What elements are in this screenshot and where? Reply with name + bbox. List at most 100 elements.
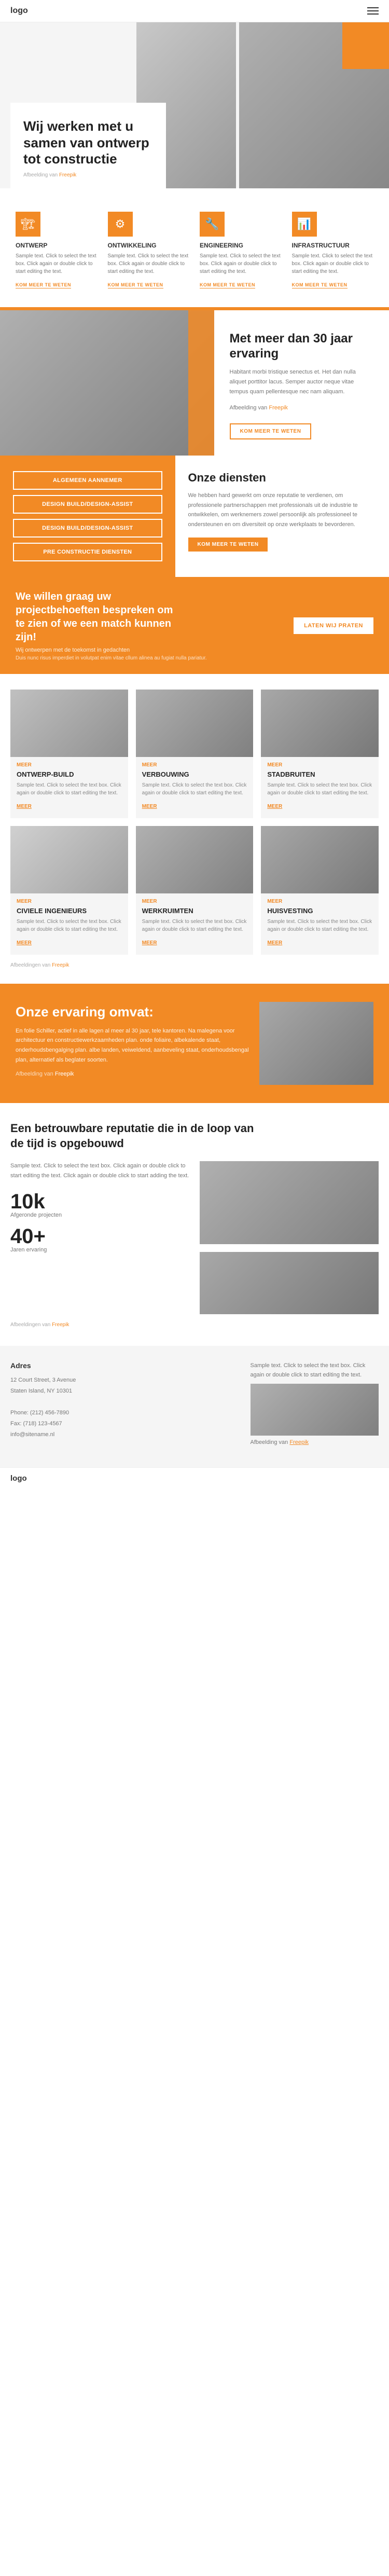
feature-link[interactable]: KOM MEER TE WETEN: [108, 282, 163, 288]
feature-text: Sample text. Click to select the text bo…: [292, 252, 374, 275]
contact-address-line: 12 Court Street, 3 Avenue: [10, 1375, 117, 1386]
experience-button[interactable]: KOM MEER TE WETEN: [230, 423, 312, 439]
contact-address-line: Fax: (718) 123-4567: [10, 1418, 117, 1429]
experience-content: Met meer dan 30 jaar ervaring Habitant m…: [214, 310, 389, 456]
project-link[interactable]: MEER: [142, 940, 157, 946]
reputation-photo-2: [200, 1252, 379, 1314]
orange-credit: Afbeelding van Freepik: [16, 1069, 249, 1079]
services-left-button[interactable]: ALGEMEEN AANNEMER: [13, 471, 162, 490]
navbar: logo: [0, 0, 389, 22]
cta-body: Duis nunc risus imperdiet in volutpat en…: [16, 655, 294, 661]
feature-item: 🏗 ONTWERP Sample text. Click to select t…: [10, 204, 103, 297]
cta-button[interactable]: LATEN WIJ PRATEN: [294, 617, 373, 634]
project-tag: MEER: [17, 762, 122, 768]
project-card: MEER CIVIELE INGENIEURS Sample text. Cli…: [10, 826, 128, 955]
reputation-stat: 40+ Jaren ervaring: [10, 1226, 189, 1253]
project-card-image: [261, 826, 379, 893]
cta-text: We willen graag uw projectbehoeften besp…: [16, 590, 294, 661]
orange-body: En folie Schiller, actief in alle lagen …: [16, 1026, 249, 1065]
orange-section-image: [259, 1002, 373, 1085]
reputation-content: Sample text. Click to select the text bo…: [10, 1161, 379, 1314]
services-content: Onze diensten We hebben hard gewerkt om …: [175, 456, 389, 577]
experience-section: Met meer dan 30 jaar ervaring Habitant m…: [0, 310, 389, 456]
contact-image: [251, 1384, 379, 1436]
reputation-right: [200, 1161, 379, 1314]
project-name: CIVIELE INGENIEURS: [17, 907, 122, 915]
project-desc: Sample text. Click to select the text bo…: [142, 781, 247, 797]
feature-title: ONTWIKKELING: [108, 242, 190, 249]
footer-logo: logo: [10, 1474, 27, 1483]
contact-section: Adres 12 Court Street, 3 AvenueStaten Is…: [0, 1346, 389, 1467]
project-card: MEER HUISVESTING Sample text. Click to s…: [261, 826, 379, 955]
projects-credit: Afbeeldingen van Freepik: [10, 962, 379, 968]
feature-icon: 🏗: [16, 212, 40, 237]
project-card: MEER WERKRUIMTEN Sample text. Click to s…: [136, 826, 254, 955]
project-card-body: MEER STADBRUITEN Sample text. Click to s…: [261, 757, 379, 818]
feature-link[interactable]: KOM MEER TE WETEN: [292, 282, 348, 288]
services-left-button[interactable]: DESIGN BUILD/DESIGN-ASSIST: [13, 519, 162, 538]
feature-item: 🔧 ENGINEERING Sample text. Click to sele…: [195, 204, 287, 297]
contact-address-details: 12 Court Street, 3 AvenueStaten Island, …: [10, 1375, 117, 1440]
services-section: ALGEMEEN AANNEMER DESIGN BUILD/DESIGN-ASS…: [0, 456, 389, 577]
orange-credit-link[interactable]: Freepik: [55, 1071, 74, 1077]
stat-label: Afgeronde projecten: [10, 1212, 189, 1218]
project-card: MEER STADBRUITEN Sample text. Click to s…: [261, 690, 379, 818]
feature-title: ONTWERP: [16, 242, 98, 249]
feature-link[interactable]: KOM MEER TE WETEN: [200, 282, 255, 288]
projects-credit-link[interactable]: Freepik: [52, 962, 69, 968]
experience-credit-link[interactable]: Freepik: [269, 405, 288, 411]
project-card: MEER ONTWERP-BUILD Sample text. Click to…: [10, 690, 128, 818]
project-card-body: MEER ONTWERP-BUILD Sample text. Click to…: [10, 757, 128, 818]
hamburger-menu[interactable]: [367, 7, 379, 15]
project-tag: MEER: [142, 899, 247, 904]
cta-title: We willen graag uw projectbehoeften besp…: [16, 590, 183, 644]
reputation-credit-link[interactable]: Freepik: [52, 1322, 69, 1328]
feature-icon: 📊: [292, 212, 317, 237]
experience-title: Met meer dan 30 jaar ervaring: [230, 332, 374, 362]
project-tag: MEER: [267, 762, 372, 768]
hero-title: Wij werken met u samen van ontwerp tot c…: [23, 118, 153, 167]
services-body: We hebben hard gewerkt om onze reputatie…: [188, 491, 377, 530]
project-link[interactable]: MEER: [17, 804, 32, 809]
project-card-body: MEER VERBOUWING Sample text. Click to se…: [136, 757, 254, 818]
project-desc: Sample text. Click to select the text bo…: [267, 781, 372, 797]
project-link[interactable]: MEER: [17, 940, 32, 946]
feature-icon: ⚙: [108, 212, 133, 237]
project-link[interactable]: MEER: [267, 940, 282, 946]
logo[interactable]: logo: [10, 6, 28, 16]
project-card-image: [136, 690, 254, 757]
hero-credit: Afbeelding van Freepik: [23, 172, 153, 178]
project-card-image: [10, 690, 128, 757]
project-card: MEER VERBOUWING Sample text. Click to se…: [136, 690, 254, 818]
stat-number: 40+: [10, 1226, 189, 1247]
project-tag: MEER: [17, 899, 122, 904]
services-left-button[interactable]: PRE CONSTRUCTIE DIENSTEN: [13, 543, 162, 561]
feature-item: ⚙ ONTWIKKELING Sample text. Click to sel…: [103, 204, 195, 297]
contact-address-title: Adres: [10, 1361, 117, 1370]
contact-nav: [130, 1361, 237, 1452]
services-title: Onze diensten: [188, 471, 377, 485]
contact-right: Sample text. Click to select the text bo…: [251, 1361, 379, 1452]
feature-link[interactable]: KOM MEER TE WETEN: [16, 282, 71, 288]
feature-icon: 🔧: [200, 212, 225, 237]
reputation-left: Sample text. Click to select the text bo…: [10, 1161, 189, 1252]
project-name: HUISVESTING: [267, 907, 372, 915]
services-button[interactable]: KOM MEER TE WETEN: [188, 538, 268, 552]
services-buttons-panel: ALGEMEEN AANNEMER DESIGN BUILD/DESIGN-ASS…: [0, 456, 175, 577]
features-section: 🏗 ONTWERP Sample text. Click to select t…: [0, 188, 389, 307]
contact-credit: Afbeelding van Freepik: [251, 1438, 379, 1448]
project-card-body: MEER CIVIELE INGENIEURS Sample text. Cli…: [10, 893, 128, 955]
project-link[interactable]: MEER: [267, 804, 282, 809]
cta-subtitle: Wij ontwerpen met de toekomst in gedacht…: [16, 647, 294, 653]
experience-credit: Afbeelding van Freepik: [230, 403, 374, 413]
project-tag: MEER: [142, 762, 247, 768]
feature-text: Sample text. Click to select the text bo…: [200, 252, 282, 275]
contact-address: Adres 12 Court Street, 3 AvenueStaten Is…: [10, 1361, 117, 1452]
contact-credit-link[interactable]: Freepik: [289, 1439, 309, 1445]
project-tag: MEER: [267, 899, 372, 904]
hero-credit-link[interactable]: Freepik: [59, 172, 76, 178]
project-link[interactable]: MEER: [142, 804, 157, 809]
project-name: STADBRUITEN: [267, 770, 372, 778]
feature-text: Sample text. Click to select the text bo…: [108, 252, 190, 275]
services-left-button[interactable]: DESIGN BUILD/DESIGN-ASSIST: [13, 495, 162, 514]
